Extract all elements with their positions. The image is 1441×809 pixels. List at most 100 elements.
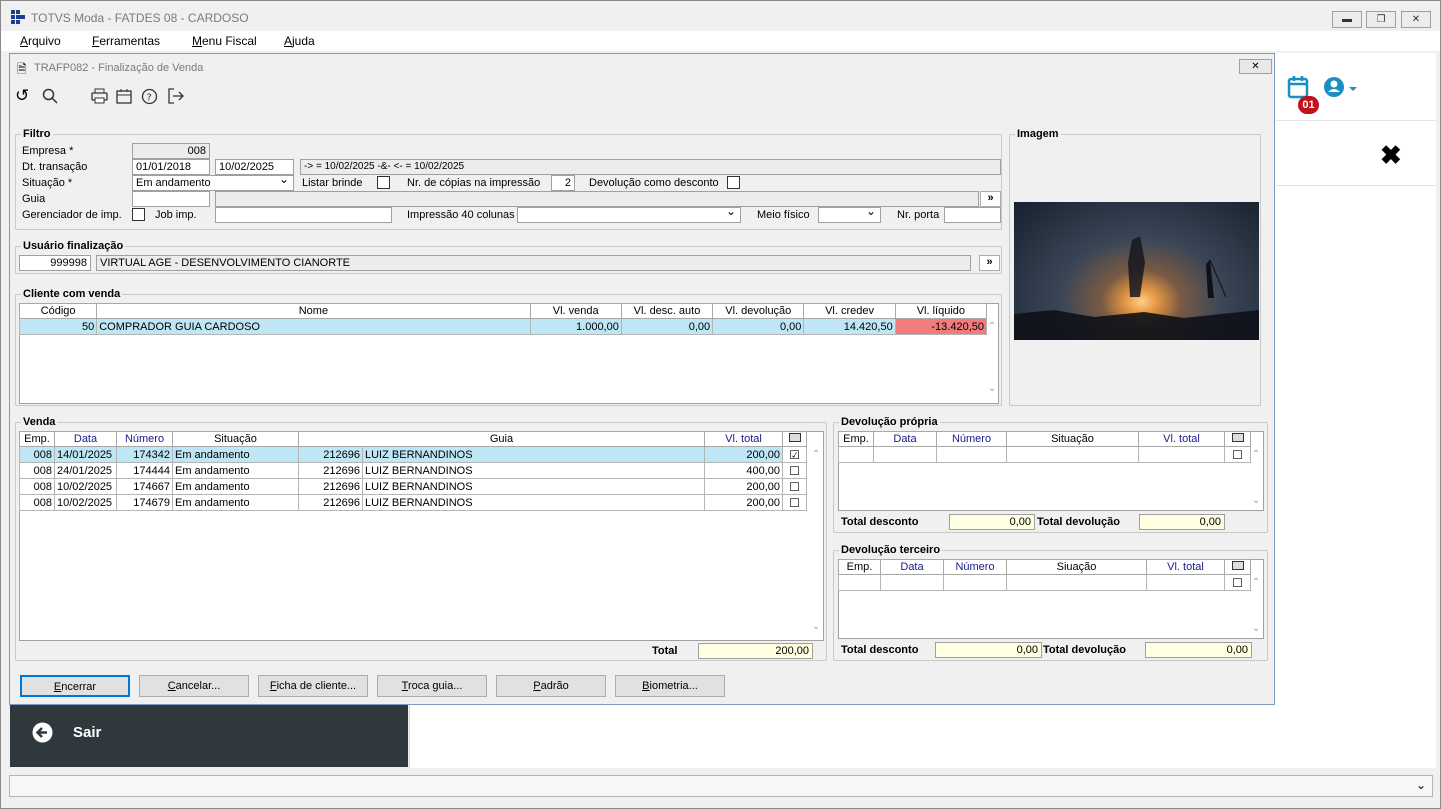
nr-copias-field[interactable]: 2: [551, 175, 575, 191]
table-row[interactable]: 50 COMPRADOR GUIA CARDOSO 1.000,00 0,00 …: [18, 318, 988, 335]
cancelar-button[interactable]: Cancelar...: [139, 675, 249, 697]
table-row[interactable]: 008 10/02/2025 174667 Em andamento 212696 LUI…: [19, 478, 807, 495]
devolucao-desconto-checkbox[interactable]: [727, 176, 740, 189]
scroll-down-icon[interactable]: ⌄: [1252, 623, 1260, 634]
guia-lookup-button[interactable]: »: [980, 191, 1001, 207]
menu-arquivo[interactable]: Arquivo: [20, 34, 61, 48]
cliente-col-vl-venda[interactable]: Vl. venda: [529, 303, 622, 319]
dp-col-emp[interactable]: Emp.: [838, 431, 874, 447]
guia-field[interactable]: [132, 191, 210, 207]
table-row[interactable]: 008 10/02/2025 174679 Em andamento 212696 LUI…: [19, 494, 807, 511]
cliente-col-vl-liquido[interactable]: Vl. líquido: [894, 303, 988, 319]
table-row[interactable]: ☐: [838, 446, 1251, 463]
dt-col-emp[interactable]: Emp.: [838, 559, 881, 575]
row-checkbox[interactable]: ☐: [782, 494, 807, 511]
gerenciador-checkbox[interactable]: [132, 208, 145, 221]
scroll-down-icon[interactable]: ⌄: [988, 383, 996, 394]
table-row[interactable]: 008 24/01/2025 174444 Em andamento 212696 LUI…: [19, 462, 807, 479]
row-checkbox[interactable]: ☐: [782, 462, 807, 479]
padrao-button[interactable]: Padrão: [496, 675, 606, 697]
close-x-icon[interactable]: ✖: [1380, 140, 1402, 171]
venda-table: Emp. Data Número Situação Guia Vl. total…: [19, 431, 807, 511]
scroll-up-icon[interactable]: ⌃: [1252, 577, 1260, 588]
menu-fiscal[interactable]: Menu Fiscal: [192, 34, 257, 48]
usuario-codigo-field[interactable]: 999998: [19, 255, 91, 271]
scroll-up-icon[interactable]: ⌃: [988, 321, 996, 332]
row-checkbox-checked[interactable]: ☑: [782, 446, 807, 463]
search-icon[interactable]: [42, 88, 58, 104]
venda-col-guia[interactable]: Guia: [298, 431, 705, 447]
scroll-down-icon[interactable]: ⌄: [812, 621, 820, 632]
cliente-col-nome[interactable]: Nome: [96, 303, 531, 319]
nr-porta-field[interactable]: [944, 207, 1001, 223]
scroll-up-icon[interactable]: ⌃: [1252, 449, 1260, 460]
dt-col-situacao[interactable]: Siuação: [1006, 559, 1147, 575]
job-imp-field[interactable]: [215, 207, 392, 223]
venda-col-emp[interactable]: Emp.: [19, 431, 55, 447]
refresh-icon[interactable]: ↺: [15, 86, 29, 106]
impressao40-select[interactable]: [517, 207, 741, 223]
dp-col-data[interactable]: Data: [873, 431, 937, 447]
dt-col-select[interactable]: [1224, 559, 1251, 575]
listar-brinde-checkbox[interactable]: [377, 176, 390, 189]
troca-guia-button[interactable]: Troca guia...: [377, 675, 487, 697]
cell: 174342: [116, 446, 173, 463]
table-row[interactable]: ☐: [838, 574, 1251, 591]
filtro-legend: Filtro: [21, 128, 53, 140]
dp-col-vl-total[interactable]: Vl. total: [1138, 431, 1225, 447]
usuario-lookup-button[interactable]: »: [979, 255, 1000, 271]
close-window-button[interactable]: ✕: [1401, 11, 1431, 28]
venda-col-situacao[interactable]: Situação: [172, 431, 299, 447]
menu-ajuda[interactable]: Ajuda: [284, 34, 315, 48]
dp-col-select[interactable]: [1224, 431, 1251, 447]
dialog-close-button[interactable]: ✕: [1239, 59, 1272, 74]
chevron-down-icon[interactable]: ⌄: [1416, 778, 1426, 792]
sair-panel[interactable]: Sair: [10, 704, 408, 767]
meio-fisico-select[interactable]: [818, 207, 881, 223]
cell: LUIZ BERNANDINOS: [362, 478, 705, 495]
guia-name-field: [215, 191, 979, 207]
cliente-col-vl-credev[interactable]: Vl. credev: [803, 303, 896, 319]
scroll-down-icon[interactable]: ⌄: [1252, 495, 1260, 506]
landscape-image: [1014, 202, 1259, 340]
calendar-tool-icon[interactable]: [116, 88, 132, 104]
cell: 10/02/2025: [54, 494, 117, 511]
cell: LUIZ BERNANDINOS: [362, 446, 705, 463]
dp-col-situacao[interactable]: Situação: [1006, 431, 1139, 447]
exit-icon[interactable]: [167, 88, 185, 104]
devolucao-desconto-label: Devolução como desconto: [589, 177, 719, 189]
menu-ferramentas[interactable]: Ferramentas: [92, 34, 160, 48]
help-icon[interactable]: ?: [141, 88, 158, 105]
user-avatar-icon[interactable]: [1323, 76, 1359, 100]
ficha-cliente-button[interactable]: Ficha de cliente...: [258, 675, 368, 697]
dt-col-vl-total[interactable]: Vl. total: [1146, 559, 1225, 575]
row-checkbox[interactable]: ☐: [1224, 574, 1251, 591]
dt-col-data[interactable]: Data: [880, 559, 944, 575]
minimize-button[interactable]: ▬: [1332, 11, 1362, 28]
dp-col-numero[interactable]: Número: [936, 431, 1007, 447]
venda-col-numero[interactable]: Número: [116, 431, 173, 447]
empresa-field[interactable]: 008: [132, 143, 210, 159]
row-checkbox[interactable]: ☐: [782, 478, 807, 495]
encerrar-button[interactable]: Encerrar: [20, 675, 130, 697]
row-checkbox[interactable]: ☐: [1224, 446, 1251, 463]
cliente-col-vl-dev[interactable]: Vl. devolução: [712, 303, 805, 319]
situacao-label: Situação *: [22, 177, 73, 189]
biometria-button[interactable]: Biometria...: [615, 675, 725, 697]
notification-badge: 01: [1298, 96, 1319, 114]
dt-col-numero[interactable]: Número: [943, 559, 1007, 575]
dt-fim-field[interactable]: 10/02/2025: [215, 159, 294, 175]
venda-col-select[interactable]: [782, 431, 807, 447]
venda-col-data[interactable]: Data: [54, 431, 117, 447]
situacao-select[interactable]: Em andamento: [132, 175, 294, 191]
cell: Em andamento: [172, 462, 299, 479]
cliente-col-codigo[interactable]: Código: [18, 303, 98, 319]
dt-inicio-field[interactable]: 01/01/2018: [132, 159, 210, 175]
cliente-col-vl-desc[interactable]: Vl. desc. auto: [620, 303, 714, 319]
cell: 212696: [298, 478, 363, 495]
venda-col-vl-total[interactable]: Vl. total: [704, 431, 783, 447]
table-row[interactable]: 008 14/01/2025 174342 Em andamento 212696 LUI…: [19, 446, 807, 463]
scroll-up-icon[interactable]: ⌃: [812, 449, 820, 460]
maximize-button[interactable]: ❐: [1366, 11, 1396, 28]
print-icon[interactable]: [91, 88, 108, 104]
